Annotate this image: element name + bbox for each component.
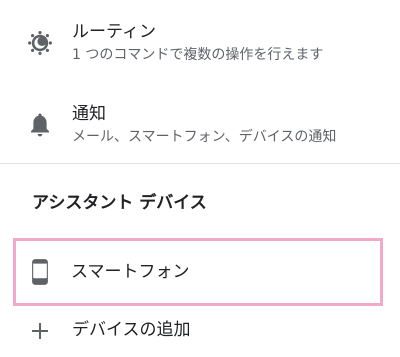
routine-item[interactable]: ルーティン 1 つのコマンドで複数の操作を行えます [0,14,400,76]
routine-subtitle: 1 つのコマンドで複数の操作を行えます [72,47,324,63]
assistant-devices-header: アシスタント デバイス [32,193,207,213]
routine-sun-icon [28,31,52,55]
notifications-title: 通知 [72,104,106,124]
add-device-button[interactable]: デバイスの追加 [0,312,400,352]
section-divider [0,163,400,164]
device-item-smartphone[interactable]: スマートフォン [13,238,383,306]
add-device-label: デバイスの追加 [72,320,191,340]
notifications-item[interactable]: 通知 メール、スマートフォン、デバイスの通知 [0,96,400,158]
device-label: スマートフォン [71,262,190,282]
plus-icon [32,323,48,339]
bell-icon [31,113,49,137]
notifications-subtitle: メール、スマートフォン、デバイスの通知 [72,129,337,145]
routine-title: ルーティン [72,22,156,42]
smartphone-icon [32,259,48,285]
